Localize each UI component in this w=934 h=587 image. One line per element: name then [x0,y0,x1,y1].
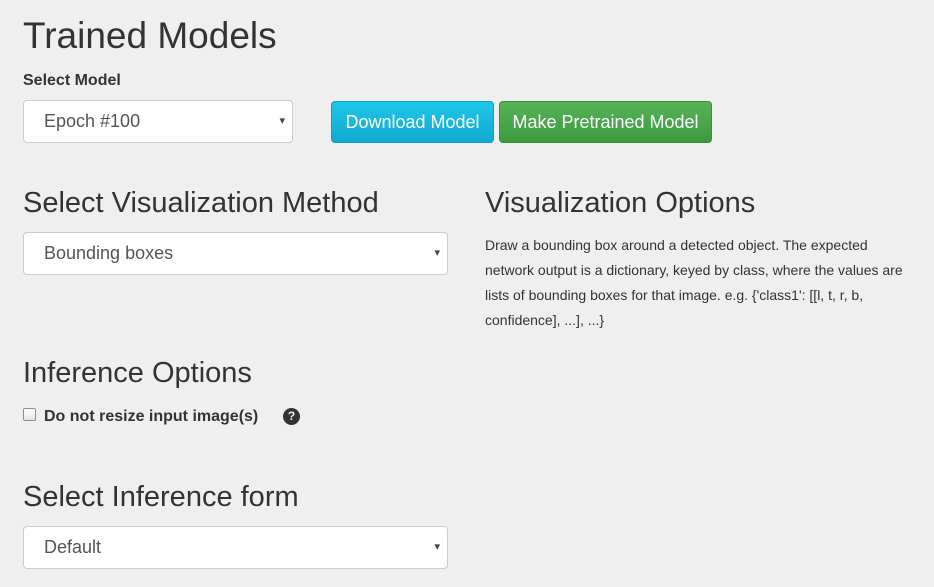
page-title: Trained Models [23,15,277,56]
visualization-description: Draw a bounding box around a detected ob… [485,237,903,328]
question-circle-icon[interactable]: ? [283,408,300,425]
select-model-label: Select Model [23,72,121,89]
visualization-method-value: Bounding boxes [44,243,174,263]
visualization-method-heading: Select Visualization Method [23,187,379,219]
visualization-method-select[interactable]: Bounding boxes ▾ [23,232,448,275]
download-model-button[interactable]: Download Model [331,101,494,143]
inference-form-value: Default [44,537,102,557]
model-select-value: Epoch #100 [44,111,141,131]
make-pretrained-model-button[interactable]: Make Pretrained Model [499,101,712,143]
inference-form-heading: Select Inference form [23,481,299,513]
resize-checkbox[interactable] [23,408,36,421]
resize-checkbox-label[interactable]: Do not resize input image(s) [44,407,258,427]
model-select[interactable]: Epoch #100 ▾ [23,100,293,143]
inference-options-heading: Inference Options [23,357,252,389]
caret-down-icon: ▾ [279,115,285,127]
caret-down-icon: ▾ [434,247,440,259]
visualization-options-heading: Visualization Options [485,187,756,219]
inference-form-select[interactable]: Default ▾ [23,526,448,569]
caret-down-icon: ▾ [434,541,440,553]
